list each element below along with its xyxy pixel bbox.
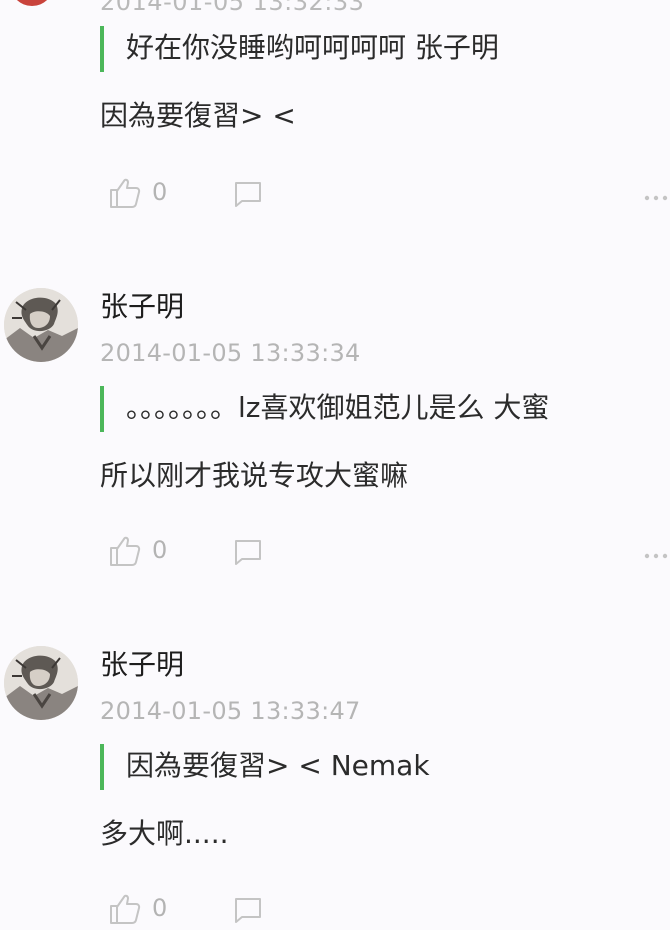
comment-actions: 0 [108,176,670,212]
quoted-reply: 好在你没睡哟呵呵呵呵 张子明 [100,26,670,72]
more-dots-icon[interactable] [644,546,670,559]
comment-bubble-icon[interactable] [232,896,264,924]
thumbs-up-icon[interactable] [108,176,142,210]
comment-bubble-icon[interactable] [232,538,264,566]
like-count: 0 [152,536,168,564]
comment-content: 多大啊..... [100,817,229,850]
comment-timestamp: 2014-01-05 13:32:33 [100,0,365,16]
username[interactable]: 张子明 [100,648,184,682]
quoted-reply: 。。。。。。。lz喜欢御姐范儿是么 大蜜 [100,386,670,432]
username[interactable]: 张子明 [100,290,184,324]
comment-actions: 0 [108,534,670,570]
quote-text: 好在你没睡哟呵呵呵呵 张子明 [126,31,499,64]
comment-content: 所以刚才我说专攻大蜜嘛 [100,459,409,492]
quote-text: 。。。。。。。lz喜欢御姐范儿是么 大蜜 [126,391,550,424]
comment-actions: 0 [108,892,670,928]
quote-bar [100,744,104,790]
quote-bar [100,386,104,432]
avatar[interactable] [4,646,78,720]
thumbs-up-icon[interactable] [108,534,142,568]
thumbs-up-icon[interactable] [108,892,142,926]
more-dots-icon[interactable] [644,188,670,201]
like-count: 0 [152,178,168,206]
avatar[interactable] [4,288,78,362]
like-count: 0 [152,894,168,922]
quote-bar [100,26,104,72]
quoted-reply: 因為要復習> < Nemak [100,744,670,790]
comment-timestamp: 2014-01-05 13:33:47 [100,697,361,725]
quote-text: 因為要復習> < Nemak [126,749,430,782]
comment-timestamp: 2014-01-05 13:33:34 [100,339,361,367]
comment-content: 因為要復習> < [100,99,296,132]
avatar-partial[interactable] [10,0,54,6]
comment-bubble-icon[interactable] [232,180,264,208]
